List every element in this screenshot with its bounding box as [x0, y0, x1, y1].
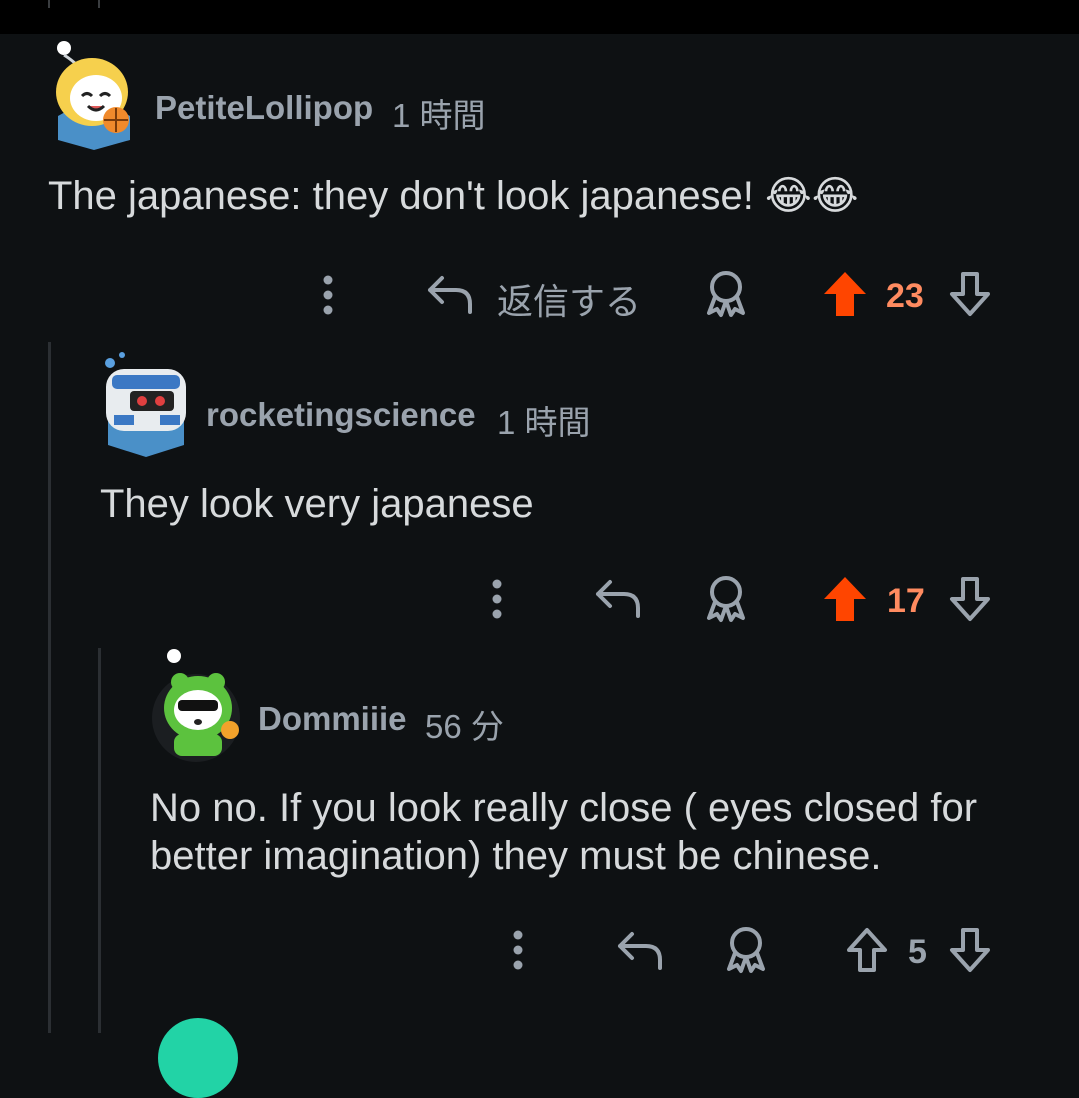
award-icon: [727, 927, 765, 973]
more-options-button[interactable]: [312, 270, 344, 320]
more-vertical-icon: [492, 579, 502, 619]
more-options-button[interactable]: [481, 574, 513, 624]
comment-line: better imagination) they must be chinese…: [150, 834, 882, 878]
avatar[interactable]: [150, 646, 246, 764]
more-options-button[interactable]: [502, 925, 534, 975]
downvote-button[interactable]: [945, 268, 995, 320]
username[interactable]: Dommiiie: [258, 700, 407, 738]
comment-body: They look very japanese: [100, 482, 534, 526]
username[interactable]: PetiteLollipop: [155, 89, 373, 127]
thread-line-level-1[interactable]: [48, 342, 51, 1033]
avatar[interactable]: [100, 345, 192, 457]
downvote-arrow-icon: [950, 272, 990, 316]
reply-button[interactable]: [424, 268, 476, 320]
top-divider: [0, 0, 1079, 34]
downvote-arrow-icon: [950, 928, 990, 972]
reply-icon: [428, 276, 472, 314]
award-button[interactable]: [720, 922, 772, 978]
upvote-arrow-icon: [824, 577, 866, 621]
award-button[interactable]: [700, 571, 752, 627]
timestamp: 1 時間: [392, 97, 486, 134]
award-icon: [707, 576, 745, 622]
reply-button[interactable]: [614, 924, 666, 976]
reply-icon: [596, 580, 640, 618]
comment-line: No no. If you look really close ( eyes c…: [150, 786, 978, 830]
avatar[interactable]: [48, 38, 140, 150]
reply-button[interactable]: [592, 572, 644, 624]
upvote-button[interactable]: [842, 924, 892, 976]
more-vertical-icon: [513, 930, 523, 970]
comment-body: The japanese: they don't look japanese! …: [48, 174, 859, 218]
score: 17: [887, 582, 925, 620]
thread-line-level-2[interactable]: [98, 648, 101, 1033]
downvote-button[interactable]: [945, 573, 995, 625]
reply-label[interactable]: 返信する: [497, 273, 641, 325]
avatar[interactable]: [158, 1018, 238, 1098]
award-icon: [707, 271, 745, 317]
reply-icon: [618, 932, 662, 970]
comment-body: No no. If you look really close ( eyes c…: [150, 784, 977, 880]
timestamp: 1 時間: [497, 404, 591, 441]
timestamp: 56 分: [425, 708, 504, 745]
upvote-button[interactable]: [820, 573, 870, 625]
upvote-arrow-icon: [824, 272, 866, 316]
score: 5: [908, 933, 927, 971]
award-button[interactable]: [700, 266, 752, 322]
downvote-button[interactable]: [945, 924, 995, 976]
score: 23: [886, 277, 924, 315]
upvote-arrow-icon: [847, 928, 887, 972]
downvote-arrow-icon: [950, 577, 990, 621]
upvote-button[interactable]: [820, 268, 870, 320]
more-vertical-icon: [323, 275, 333, 315]
username[interactable]: rocketingscience: [206, 396, 476, 434]
